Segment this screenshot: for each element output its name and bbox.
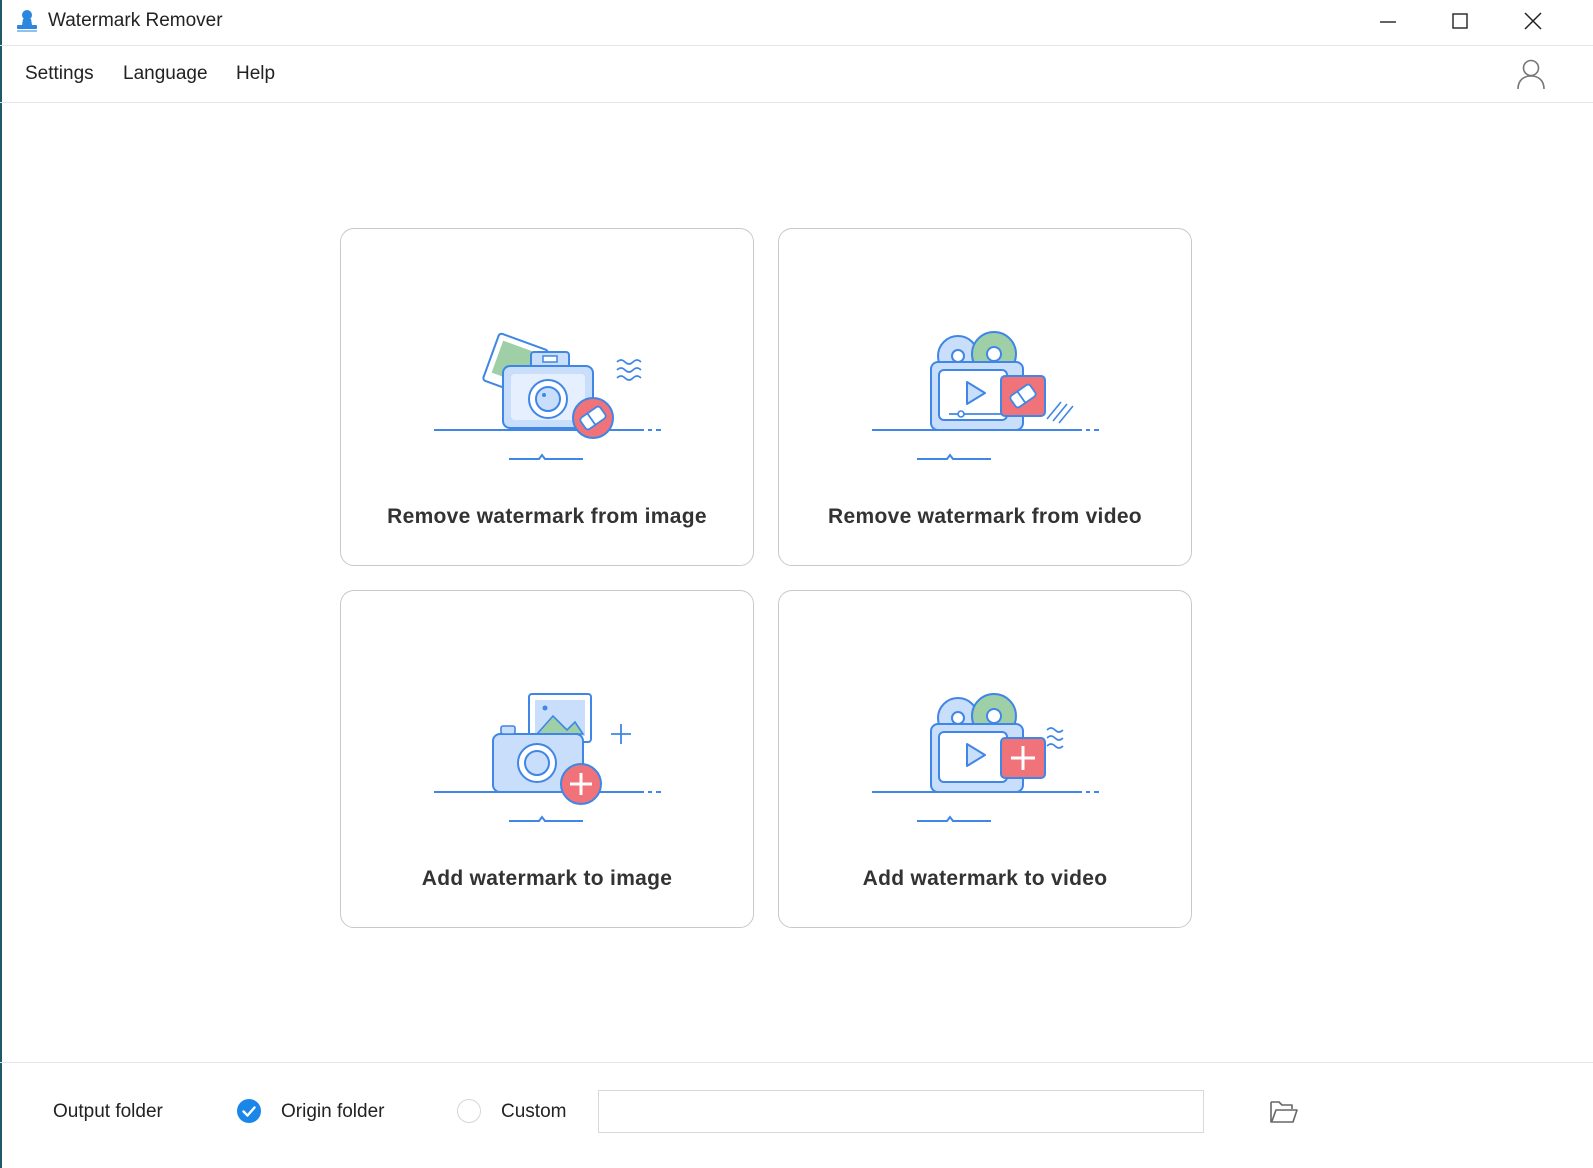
card-label: Add watermark to image (421, 867, 673, 890)
title-bar: Watermark Remover (0, 0, 1593, 46)
origin-folder-label[interactable]: Origin folder (281, 1101, 385, 1123)
minimize-icon (1380, 21, 1396, 23)
menu-settings[interactable]: Settings (25, 63, 94, 85)
close-button[interactable] (1498, 0, 1568, 42)
custom-path-input[interactable] (598, 1090, 1204, 1133)
window-left-edge (0, 0, 2, 1168)
output-folder-bar: Output folder Origin folder Custom (0, 1062, 1593, 1168)
maximize-button[interactable] (1425, 0, 1495, 42)
card-label: Remove watermark from image (387, 505, 707, 528)
window-title: Watermark Remover (48, 10, 223, 31)
card-remove-watermark-image[interactable]: Remove watermark from image (340, 228, 754, 566)
origin-folder-radio[interactable] (237, 1099, 261, 1123)
user-icon[interactable] (1515, 57, 1547, 91)
folder-open-icon[interactable] (1268, 1096, 1300, 1126)
card-label: Remove watermark from video (828, 505, 1142, 528)
card-remove-watermark-video[interactable]: Remove watermark from video (778, 228, 1192, 566)
card-add-watermark-image[interactable]: Add watermark to image (340, 590, 754, 928)
card-add-watermark-video[interactable]: Add watermark to video (778, 590, 1192, 928)
checkmark-icon (242, 1106, 256, 1117)
camera-eraser-icon (434, 332, 661, 460)
menu-help[interactable]: Help (236, 63, 275, 85)
maximize-icon (1452, 13, 1468, 29)
video-eraser-icon (872, 331, 1099, 460)
minimize-button[interactable] (1353, 0, 1423, 42)
video-plus-icon (872, 693, 1099, 822)
menu-bar: Settings Language Help (0, 47, 1593, 103)
custom-label[interactable]: Custom (501, 1101, 566, 1123)
camera-plus-icon (434, 693, 661, 822)
app-stamp-icon (17, 10, 37, 32)
card-label: Add watermark to video (862, 867, 1108, 890)
close-icon (1524, 12, 1542, 30)
menu-language[interactable]: Language (123, 63, 208, 85)
output-folder-label: Output folder (53, 1101, 163, 1122)
custom-radio[interactable] (457, 1099, 481, 1123)
